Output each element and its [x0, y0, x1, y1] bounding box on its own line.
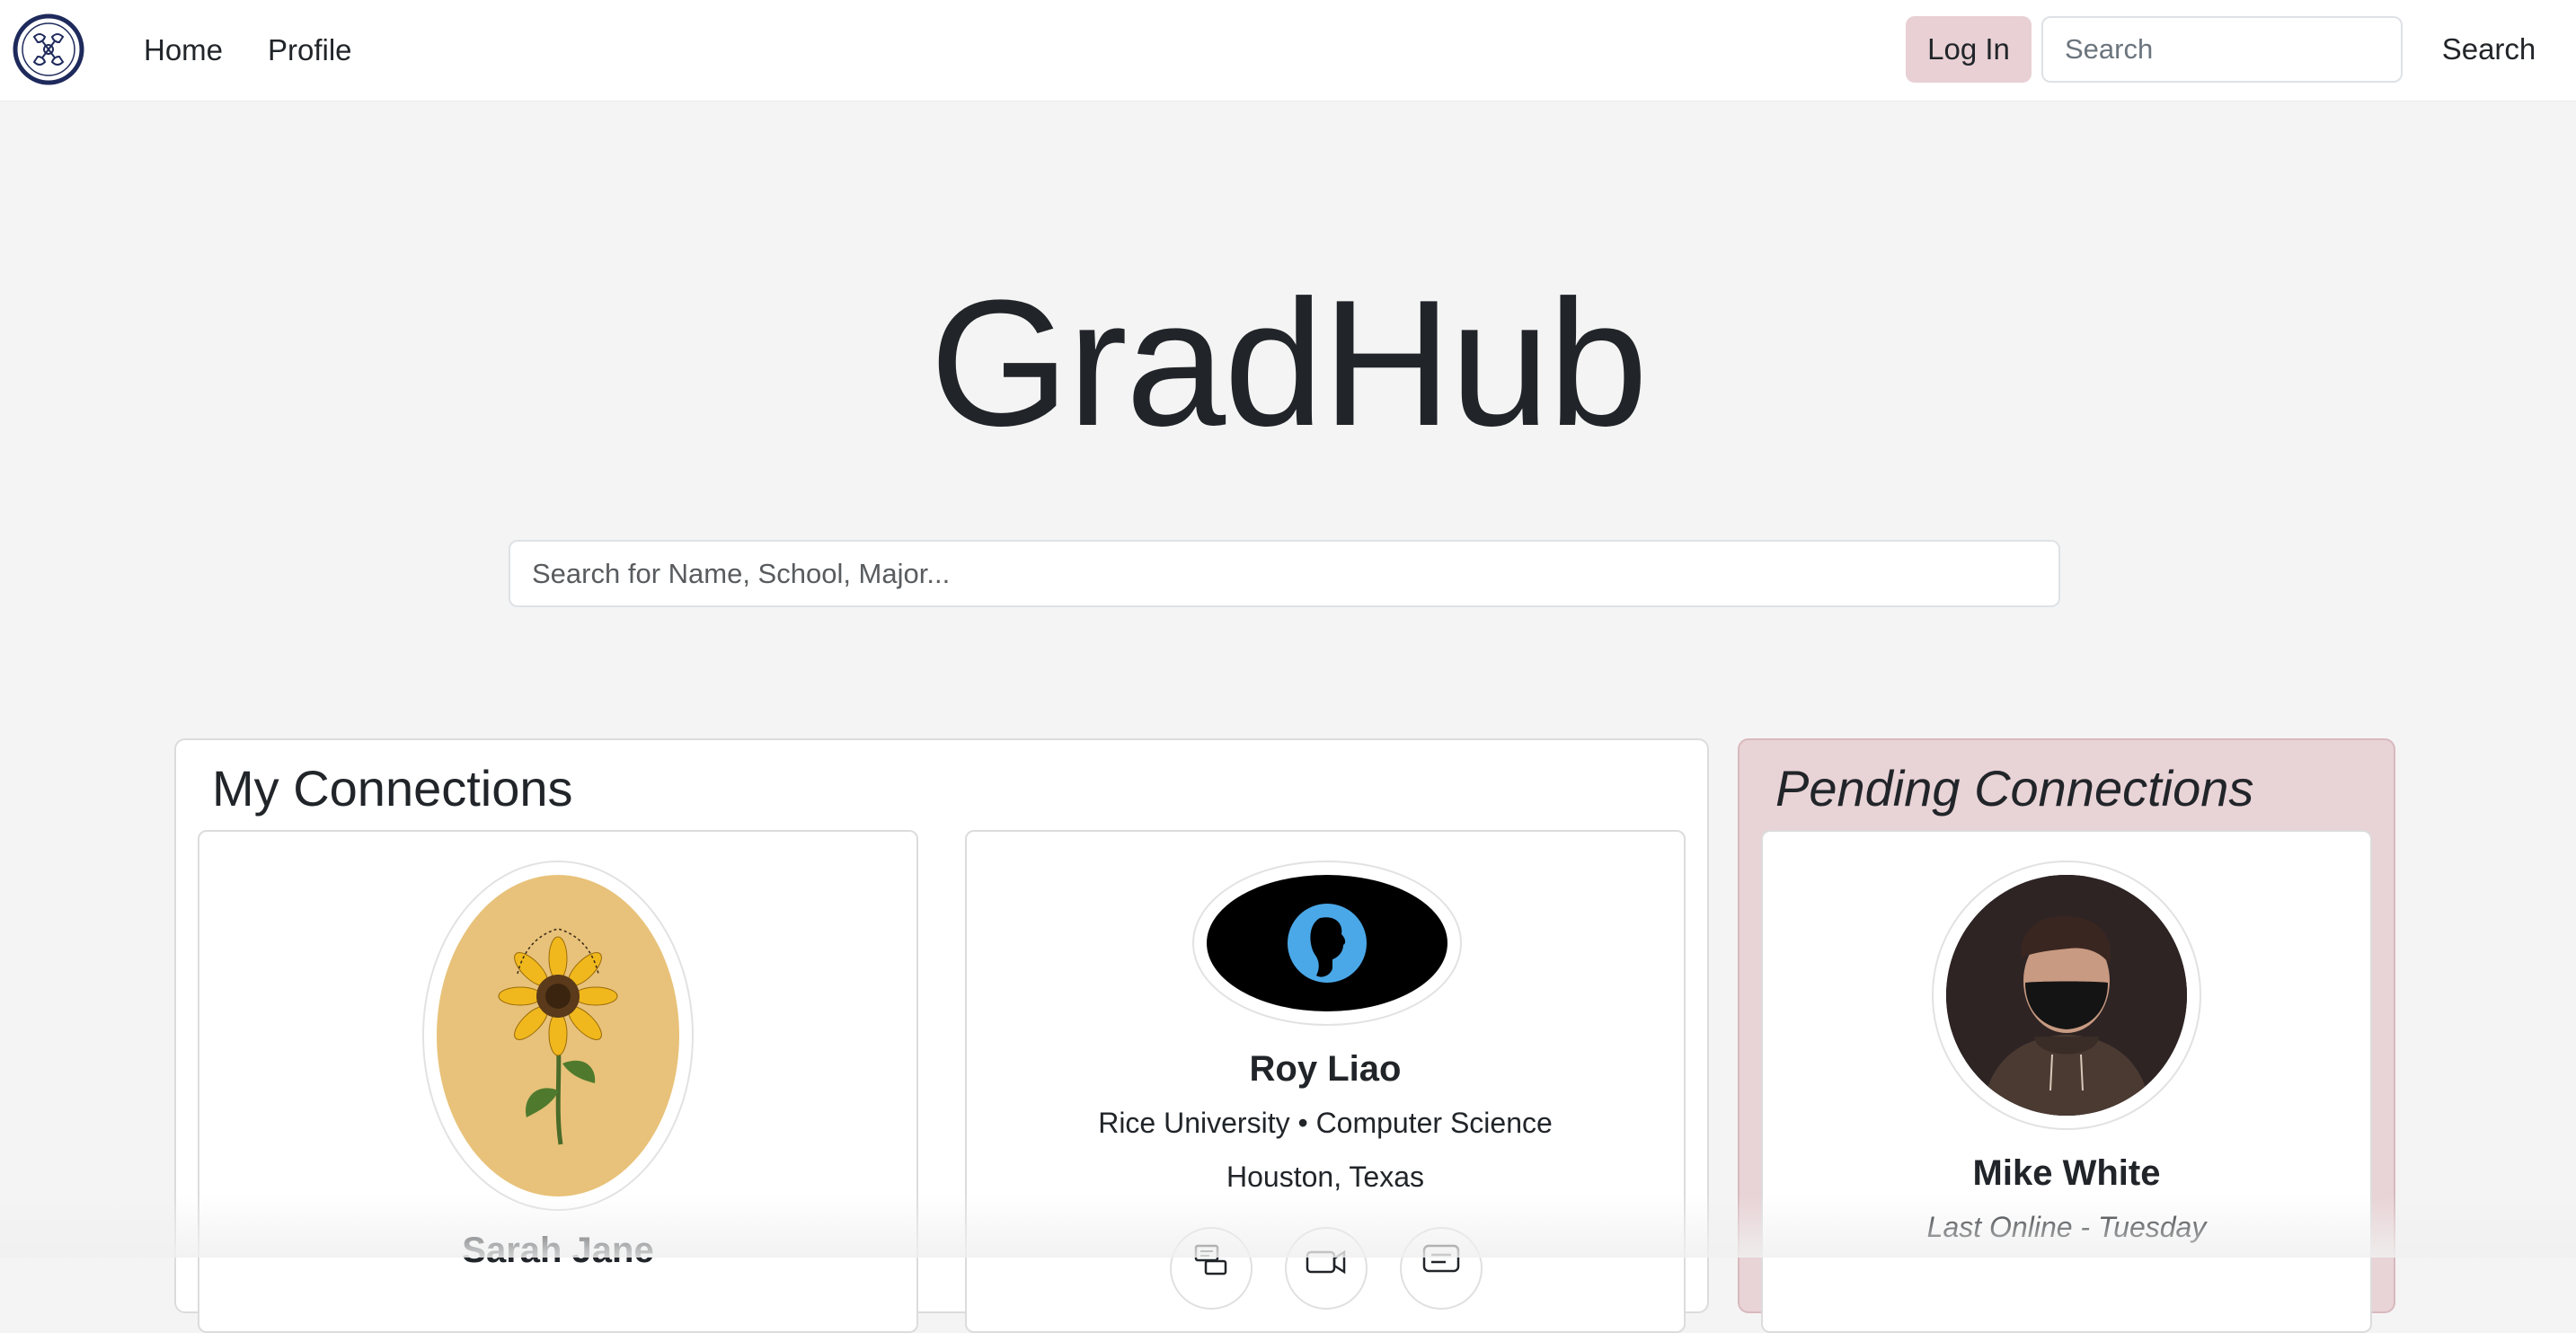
- pending-card-mike-white[interactable]: Mike White Last Online - Tuesday: [1761, 830, 2372, 1333]
- my-connections-panel: My Connections Sarah Jane Roy Liao Rice …: [174, 738, 1709, 1333]
- connection-location: Houston, Texas: [1226, 1161, 1424, 1193]
- my-connections-title: My Connections: [212, 760, 573, 817]
- navbar-search-button[interactable]: Search: [2426, 16, 2552, 83]
- nav-link-profile[interactable]: Profile: [268, 31, 352, 70]
- connection-name: Roy Liao: [1249, 1049, 1402, 1089]
- masked-person-avatar-icon[interactable]: [1946, 875, 2187, 1116]
- connection-name: Sarah Jane: [462, 1231, 654, 1270]
- chat-button[interactable]: [1400, 1227, 1483, 1310]
- connection-card-roy-liao[interactable]: Roy Liao Rice University • Computer Scie…: [965, 830, 1686, 1333]
- navbar-search-input[interactable]: [2041, 16, 2403, 83]
- connection-card-sarah-jane[interactable]: Sarah Jane: [198, 830, 918, 1333]
- gradhub-logo-icon[interactable]: [13, 13, 84, 85]
- message-icon: [1193, 1243, 1229, 1280]
- pending-connections-title: Pending Connections: [1775, 760, 2254, 817]
- connection-school-major: Rice University • Computer Science: [1098, 1107, 1553, 1139]
- video-call-button[interactable]: [1285, 1227, 1368, 1310]
- hero-search-input[interactable]: [509, 540, 2060, 607]
- video-call-icon: [1305, 1243, 1348, 1280]
- message-button[interactable]: [1170, 1227, 1253, 1310]
- default-person-avatar-icon[interactable]: [1207, 875, 1447, 1011]
- navbar: Home Profile Log In Search: [0, 0, 2576, 102]
- sunflower-avatar-icon[interactable]: [437, 875, 679, 1196]
- pending-last-online: Last Online - Tuesday: [1926, 1211, 2207, 1243]
- chat-icon: [1421, 1243, 1461, 1280]
- pending-name: Mike White: [1972, 1153, 2161, 1193]
- hero-title: GradHub: [929, 263, 1649, 463]
- login-button[interactable]: Log In: [1906, 16, 2032, 83]
- pending-connections-panel: Pending Connections Mike White Last Onli…: [1738, 738, 2395, 1333]
- nav-link-home[interactable]: Home: [144, 31, 223, 70]
